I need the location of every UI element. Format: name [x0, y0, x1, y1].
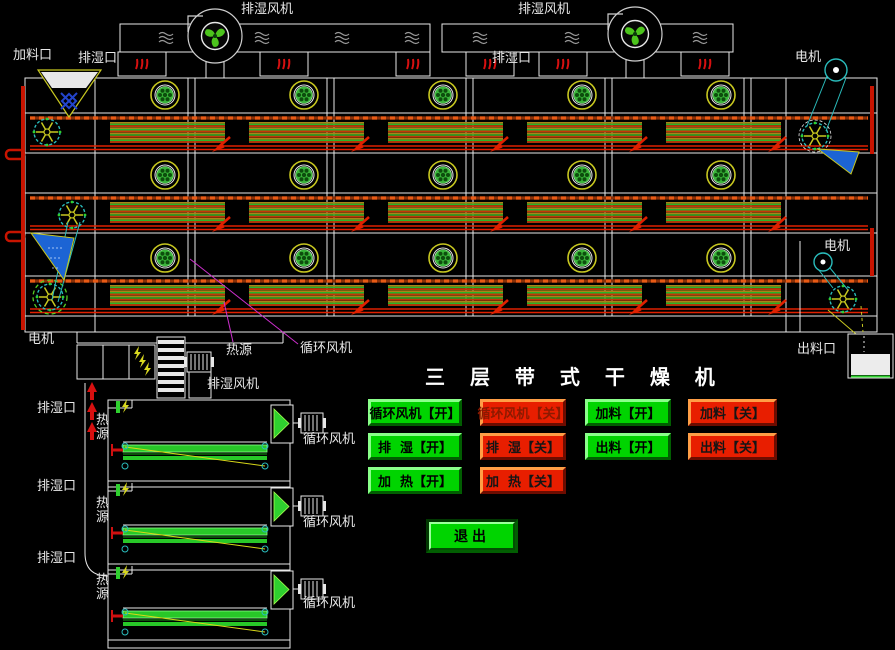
- label-circulation-fan: 循环风机: [300, 342, 352, 356]
- dryer-level-1: [25, 81, 877, 153]
- exhaust-on-button[interactable]: 排 湿【开】: [368, 433, 462, 460]
- circulation-fan-off-button[interactable]: 循环风机【关】: [480, 399, 566, 426]
- label-exhaust-port-left: 排湿口: [78, 52, 117, 66]
- label-exhaust-port-right: 排湿口: [492, 52, 531, 66]
- label-side-circulation-fan-3: 循环风机: [303, 597, 355, 611]
- heat-bolt-icon: [134, 346, 141, 360]
- label-side-exhaust-port-2: 排湿口: [37, 480, 76, 494]
- side-view-schematic: [77, 337, 326, 648]
- label-side-heat-source-3: 热源: [96, 574, 111, 602]
- right-drive-assembly: [799, 59, 893, 378]
- dryer-level-3: [25, 244, 877, 316]
- exit-button[interactable]: 退出: [426, 519, 518, 553]
- heat-off-button[interactable]: 加 热【关】: [480, 467, 566, 494]
- label-side-circulation-fan-1: 循环风机: [303, 433, 355, 447]
- label-side-heat-source-1: 热源: [96, 414, 111, 442]
- label-side-exhaust-port-3: 排湿口: [37, 552, 76, 566]
- label-motor-bottom-left: 电机: [28, 333, 54, 347]
- label-discharge-outlet: 出料口: [797, 343, 836, 357]
- label-exhaust-fan-right: 排湿风机: [518, 3, 570, 17]
- dryer-levels: [25, 81, 877, 316]
- dryer-level-2: [25, 161, 877, 233]
- feed-off-button[interactable]: 加料【关】: [688, 399, 777, 426]
- exhaust-off-button[interactable]: 排 湿【关】: [480, 433, 566, 460]
- belt-pulley-icon: [33, 118, 62, 147]
- label-heat-source: 热源: [226, 344, 252, 358]
- side-view-level-3: [108, 565, 326, 635]
- heat-hatch-icon: [136, 59, 147, 69]
- roof-exhaust-assembly: [118, 7, 733, 78]
- discharge-off-button[interactable]: 出料【关】: [688, 433, 777, 460]
- exit-button-label: 退出: [429, 522, 515, 550]
- label-side-heat-source-2: 热源: [96, 497, 111, 525]
- circulation-fan-symbol: [151, 81, 179, 109]
- exhaust-fan-icon-left: [188, 9, 242, 63]
- feed-on-button[interactable]: 加料【开】: [585, 399, 671, 426]
- belt-tensioner: [31, 233, 74, 280]
- label-side-circulation-fan-2: 循环风机: [303, 516, 355, 530]
- label-motor-mid-right: 电机: [824, 240, 850, 254]
- label-side-exhaust-fan: 排湿风机: [207, 378, 259, 392]
- discharge-on-button[interactable]: 出料【开】: [585, 433, 671, 460]
- circulation-fan-on-button[interactable]: 循环风机【开】: [368, 399, 462, 426]
- label-side-exhaust-port-1: 排湿口: [37, 402, 76, 416]
- page-title: 三 层 带 式 干 燥 机: [425, 361, 695, 390]
- hmi-screen: 排湿风机 排湿风机 加料口 排湿口 排湿口 电机 电机 电机 热源 循环风机 出…: [0, 0, 895, 650]
- exhaust-fan-icon-right: [608, 7, 662, 61]
- heat-on-button[interactable]: 加 热【开】: [368, 467, 462, 494]
- label-motor-top-right: 电机: [795, 51, 821, 65]
- label-feed-inlet: 加料口: [13, 49, 52, 63]
- label-exhaust-fan-left: 排湿风机: [241, 3, 293, 17]
- side-view-level-2: [108, 482, 326, 552]
- side-view-level: [108, 399, 326, 469]
- left-drive-assembly: [6, 70, 101, 330]
